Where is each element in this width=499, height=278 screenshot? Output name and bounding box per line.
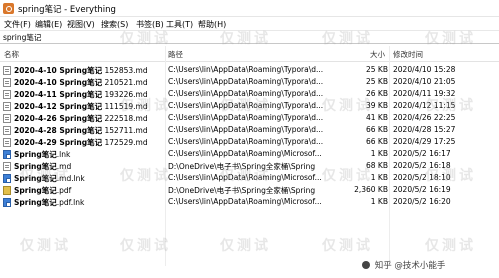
watermark-text: 仅测试 — [220, 98, 271, 114]
file-modified: 2020/5/2 16:19 — [393, 185, 451, 194]
watermark-text: 仅测试 — [322, 31, 373, 47]
file-path: C:\Users\lin\AppData\Roaming\Microsof... — [168, 149, 322, 158]
result-row[interactable]: Spring笔记.pdf.lnk C:\Users\lin\AppData\Ro… — [0, 196, 499, 208]
file-size: 66 KB — [366, 125, 388, 134]
watermark-text: 仅测试 — [120, 168, 171, 184]
zhihu-logo-icon — [362, 261, 370, 269]
md-file-icon — [3, 138, 11, 147]
file-path: C:\Users\lin\AppData\Roaming\Typora\d... — [168, 125, 324, 134]
watermark-text: 仅测试 — [120, 98, 171, 114]
column-header-size[interactable]: 大小 — [370, 49, 385, 60]
watermark-text: 仅测试 — [425, 168, 476, 184]
everything-app-icon — [3, 3, 14, 14]
title-bar: spring笔记 - Everything — [0, 0, 499, 17]
file-modified: 2020/5/2 16:20 — [393, 197, 451, 206]
column-header-path[interactable]: 路径 — [168, 49, 183, 60]
file-path: C:\Users\lin\AppData\Roaming\Typora\d... — [168, 65, 324, 74]
watermark-text: 仅测试 — [322, 98, 373, 114]
file-name: Spring笔记.pdf.lnk — [14, 198, 85, 207]
file-path: C:\Users\lin\AppData\Roaming\Typora\d... — [168, 77, 324, 86]
watermark-text: 仅测试 — [120, 31, 171, 47]
file-name: 2020-4-29 Spring笔记 172529.md — [14, 138, 148, 147]
result-row[interactable]: 2020-4-10 Spring笔记 210521.md C:\Users\li… — [0, 76, 499, 88]
watermark-text: 仅测试 — [20, 238, 71, 254]
watermark-text: 仅测试 — [220, 238, 271, 254]
file-path: C:\Users\lin\AppData\Roaming\Typora\d... — [168, 137, 324, 146]
result-row[interactable]: 2020-4-28 Spring笔记 152711.md C:\Users\li… — [0, 124, 499, 136]
shortcut-file-icon — [3, 174, 11, 183]
watermark-text: 仅测试 — [120, 238, 171, 254]
file-size: 66 KB — [366, 137, 388, 146]
file-size: 2,360 KB — [354, 185, 388, 194]
file-name: 2020-4-28 Spring笔记 152711.md — [14, 126, 148, 135]
brand-watermark: 知乎 @技术小能手 — [360, 259, 445, 271]
result-row[interactable]: Spring笔记.lnk C:\Users\lin\AppData\Roamin… — [0, 148, 499, 160]
file-size: 1 KB — [370, 149, 388, 158]
file-name: 2020-4-10 Spring笔记 210521.md — [14, 78, 148, 87]
md-file-icon — [3, 126, 11, 135]
menu-file[interactable]: 文件(F) — [4, 19, 31, 30]
file-path: C:\Users\lin\AppData\Roaming\Microsof... — [168, 197, 322, 206]
file-size: 1 KB — [370, 197, 388, 206]
file-modified: 2020/4/29 17:25 — [393, 137, 456, 146]
file-name: Spring笔记.pdf — [14, 186, 72, 195]
md-file-icon — [3, 162, 11, 171]
file-modified: 2020/4/10 21:05 — [393, 77, 456, 86]
header-divider — [0, 61, 499, 62]
watermark-text: 仅测试 — [425, 98, 476, 114]
watermark-text: 仅测试 — [322, 168, 373, 184]
watermark-text: 仅测试 — [425, 238, 476, 254]
file-modified: 2020/4/10 15:28 — [393, 65, 456, 74]
brand-watermark-text: 知乎 @技术小能手 — [374, 261, 446, 271]
file-name: 2020-4-10 Spring笔记 152853.md — [14, 66, 148, 75]
column-header-modified[interactable]: 修改时间 — [393, 49, 423, 60]
md-file-icon — [3, 102, 11, 111]
md-file-icon — [3, 66, 11, 75]
pdf-file-icon — [3, 186, 11, 195]
menu-edit[interactable]: 编辑(E) — [35, 19, 62, 30]
file-path: D:\OneDrive\电子书\Spring全家桶\Spring — [168, 186, 316, 195]
md-file-icon — [3, 78, 11, 87]
md-file-icon — [3, 114, 11, 123]
file-name: Spring笔记.lnk — [14, 150, 71, 159]
result-row[interactable]: 2020-4-10 Spring笔记 152853.md C:\Users\li… — [0, 64, 499, 76]
menu-view[interactable]: 视图(V) — [67, 19, 95, 30]
watermark-text: 仅测试 — [425, 31, 476, 47]
result-row[interactable]: 2020-4-29 Spring笔记 172529.md C:\Users\li… — [0, 136, 499, 148]
file-size: 25 KB — [366, 77, 388, 86]
file-modified: 2020/5/2 16:17 — [393, 149, 451, 158]
file-modified: 2020/4/28 15:27 — [393, 125, 456, 134]
md-file-icon — [3, 90, 11, 99]
watermark-text: 仅测试 — [220, 168, 271, 184]
watermark-text: 仅测试 — [220, 31, 271, 47]
watermark-text: 仅测试 — [322, 238, 373, 254]
shortcut-file-icon — [3, 150, 11, 159]
shortcut-file-icon — [3, 198, 11, 207]
file-size: 25 KB — [366, 65, 388, 74]
watermark-text: 仅测试 — [20, 168, 71, 184]
column-header-name[interactable]: 名称 — [4, 49, 19, 60]
result-row[interactable]: Spring笔记.pdf D:\OneDrive\电子书\Spring全家桶\S… — [0, 184, 499, 196]
window-title: spring笔记 - Everything — [18, 5, 116, 15]
